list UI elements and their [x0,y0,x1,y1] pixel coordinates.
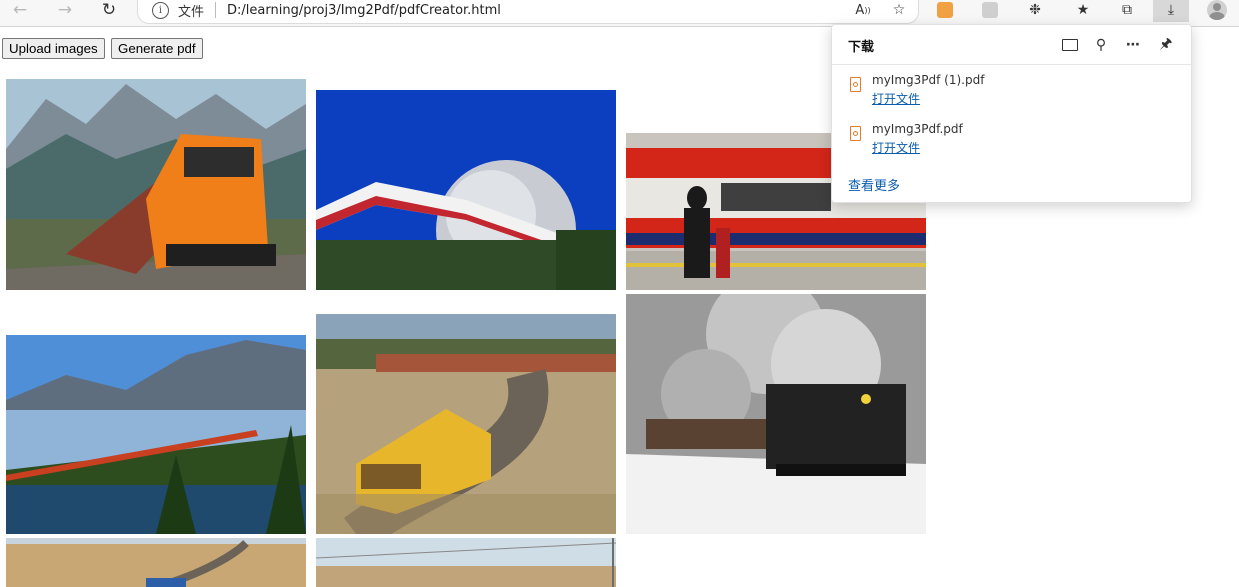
avatar [1207,0,1227,20]
photo-freight-train-mountains [6,79,306,290]
read-aloud-icon[interactable]: A)) [850,0,876,22]
download-item[interactable]: myImg3Pdf (1).pdf 打开文件 [848,73,1168,109]
address-bar[interactable]: i 文件 D:/learning/proj3/Img2Pdf/pdfCreato… [137,0,919,24]
favorites-icon[interactable]: ★ [1070,0,1096,22]
extension-grey-icon[interactable] [977,0,1003,22]
see-more-link[interactable]: 查看更多 [848,175,900,194]
more-icon[interactable]: ⋯ [1122,34,1144,56]
pdf-file-icon [850,77,861,92]
photo-desert-railroad [6,538,306,587]
photo-monorail-sphere [316,90,616,290]
download-file-name: myImg3Pdf (1).pdf [872,73,985,87]
open-file-link[interactable]: 打开文件 [872,90,920,107]
generate-pdf-button[interactable]: Generate pdf [111,38,203,59]
search-icon[interactable]: ⚲ [1090,34,1112,56]
download-file-name: myImg3Pdf.pdf [872,122,963,136]
add-favorite-icon[interactable]: ☆ [886,0,912,22]
extension-orange-icon[interactable] [932,0,958,22]
downloads-flyout: 下载 ⚲ ⋯ 🖈 myImg3Pdf (1).pdf 打开文件 myImg3Pd… [831,24,1192,203]
folder-icon[interactable] [1059,34,1081,56]
browser-toolbar: ← → ↻ i 文件 D:/learning/proj3/Img2Pdf/pdf… [0,0,1239,27]
photo-train-by-lake [6,335,306,534]
downloads-divider [832,64,1191,65]
photo-yellow-locomotive [316,314,616,534]
refresh-icon[interactable]: ↻ [95,0,123,20]
download-item[interactable]: myImg3Pdf.pdf 打开文件 [848,122,1168,158]
download-icon[interactable]: ⤓ [1153,0,1189,22]
photo-desert-landscape [316,538,616,587]
puzzle-icon[interactable]: ❉ [1022,0,1048,22]
address-separator [215,2,217,18]
profile-button[interactable] [1204,0,1230,22]
address-scheme-label: 文件 [178,4,205,20]
photo-steam-locomotive-snow [626,294,926,534]
back-arrow-icon[interactable]: ← [6,0,34,20]
address-url[interactable]: D:/learning/proj3/Img2Pdf/pdfCreator.htm… [227,3,501,18]
collections-icon[interactable]: ⧉ [1114,0,1140,22]
info-icon[interactable]: i [152,1,169,19]
pdf-file-icon [850,126,861,141]
upload-images-button[interactable]: Upload images [2,38,105,59]
forward-arrow-icon[interactable]: → [51,0,79,20]
downloads-title: 下载 [848,40,875,55]
pin-icon[interactable]: 🖈 [1155,34,1177,56]
open-file-link[interactable]: 打开文件 [872,139,920,156]
